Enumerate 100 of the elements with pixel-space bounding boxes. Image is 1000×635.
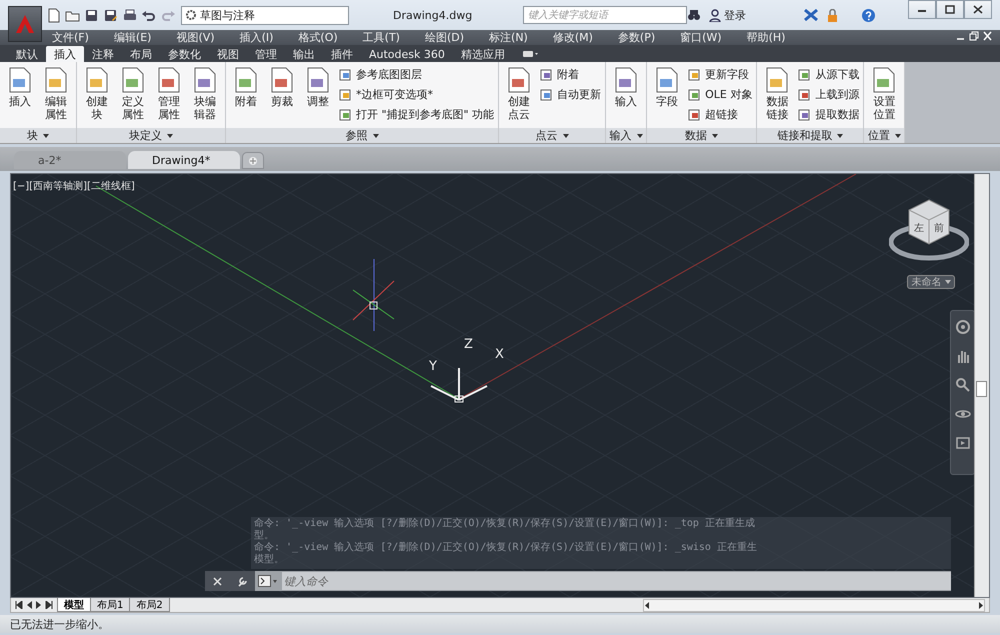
ribbon-button[interactable]: 字段	[651, 65, 684, 108]
ribbon-button[interactable]: 管理属性	[153, 65, 185, 121]
ribbon-button[interactable]: 上载到源	[797, 86, 860, 103]
maximize-button[interactable]	[936, 0, 964, 19]
wrench-icon[interactable]	[236, 576, 248, 586]
login-link[interactable]: 登录	[724, 8, 746, 22]
ribbon-button[interactable]: 定义属性	[117, 65, 149, 121]
menu-item[interactable]: 视图(V)	[176, 30, 215, 45]
menu-item[interactable]: 编辑(E)	[114, 30, 152, 45]
ribbon-button[interactable]: 更新字段	[687, 66, 752, 83]
horizontal-scrollbar[interactable]	[643, 598, 985, 612]
ribbon-tab[interactable]: 默认	[8, 46, 46, 62]
scroll-arrow-icon[interactable]	[15, 601, 23, 609]
panel-title[interactable]: 输入	[606, 128, 646, 143]
ribbon-tab[interactable]: 精选应用	[452, 46, 513, 62]
ribbon-button[interactable]: 提取数据	[797, 106, 860, 123]
ribbon-tab[interactable]: 参数化	[160, 46, 209, 62]
layout-tab[interactable]: 布局2	[129, 598, 170, 612]
close-icon	[971, 4, 985, 15]
help-icon[interactable]	[861, 8, 876, 22]
document-tab[interactable]: Drawing4*	[128, 151, 240, 169]
binoculars-icon[interactable]	[687, 9, 701, 21]
ribbon-button[interactable]: 自动更新	[539, 86, 602, 103]
ribbon-button[interactable]: 输入	[610, 65, 642, 108]
menu-item[interactable]: 插入(I)	[240, 30, 274, 45]
ribbon-button[interactable]: 从源下载	[797, 66, 860, 83]
ribbon-button[interactable]: 调整	[302, 65, 334, 108]
menu-item[interactable]: 格式(O)	[298, 30, 338, 45]
scroll-arrow-icon[interactable]	[45, 601, 53, 609]
ribbon-button[interactable]: OLE 对象	[687, 86, 752, 103]
small-sheet-icon	[797, 68, 812, 82]
ribbon-button[interactable]: 创建点云	[503, 65, 536, 121]
film-icon[interactable]	[954, 435, 970, 451]
axis-label: X	[495, 347, 504, 362]
small-sheet-icon	[797, 108, 812, 122]
prompt-icon[interactable]	[258, 575, 278, 587]
ribbon-button[interactable]: 数据链接	[761, 65, 794, 121]
menu-item[interactable]: 参数(P)	[618, 30, 656, 45]
menu-item[interactable]: 文件(F)	[52, 30, 89, 45]
command-field[interactable]: 键入命令	[282, 572, 951, 590]
view-name-dropdown[interactable]: 未命名	[907, 275, 955, 289]
ribbon-button[interactable]: 块编辑器	[189, 65, 221, 121]
panel-title[interactable]: 数据	[647, 128, 756, 143]
close-icon[interactable]	[212, 576, 222, 586]
wheel-icon[interactable]	[954, 319, 970, 335]
print-icon[interactable]	[122, 8, 137, 22]
layout-tab[interactable]: 模型	[57, 598, 91, 612]
menu-item[interactable]: 帮助(H)	[746, 30, 786, 45]
menu-item[interactable]: 标注(N)	[489, 30, 528, 45]
ribbon-button[interactable]: 创建块	[81, 65, 113, 121]
new-tab-button[interactable]	[242, 152, 264, 169]
menu-item[interactable]: 窗口(W)	[680, 30, 722, 45]
close-button[interactable]	[964, 0, 992, 19]
scroll-thumb[interactable]	[976, 381, 987, 397]
small-sheet-icon	[338, 68, 352, 82]
workspace-dropdown[interactable]: 草图与注释	[181, 6, 349, 24]
layout-tab[interactable]: 布局1	[90, 598, 130, 612]
ribbon-button[interactable]: 参考底图图层	[338, 66, 494, 83]
ribbon-tab[interactable]: 注释	[84, 46, 122, 62]
ribbon-button[interactable]: 剪裁	[266, 65, 298, 108]
panel-title[interactable]: 参照	[226, 128, 498, 143]
document-tab[interactable]: a-2*	[14, 151, 126, 169]
menu-item[interactable]: 绘图(D)	[424, 30, 464, 45]
ribbon-button[interactable]: 附着	[230, 65, 262, 108]
ribbon-tab[interactable]: 输出	[285, 46, 323, 62]
ribbon-tab[interactable]: 插件	[323, 46, 361, 62]
x-logo-icon[interactable]	[804, 9, 818, 21]
ribbon-tab[interactable]: 视图	[209, 46, 247, 62]
viewport-label[interactable]: [−][西南等轴测][二维线框]	[13, 179, 135, 193]
panel-title[interactable]: 链接和提取	[757, 128, 864, 143]
ribbon-tab[interactable]: 插入	[46, 46, 84, 62]
vertical-scrollbar[interactable]	[974, 174, 989, 597]
save-icon[interactable]	[84, 8, 99, 22]
menu-item[interactable]: 工具(T)	[362, 30, 400, 45]
ribbon-tab[interactable]: Autodesk 360	[361, 46, 453, 62]
ribbon-button[interactable]: 插入	[4, 65, 36, 108]
save-as-icon[interactable]	[103, 8, 118, 22]
panel-title[interactable]: 位置	[864, 128, 904, 143]
menu-item[interactable]: 修改(M)	[552, 30, 593, 45]
ribbon-tab[interactable]: 管理	[247, 46, 285, 62]
left-arrow-icon[interactable]	[644, 602, 650, 608]
history-line: 命令: '_-view 输入选项 [?/删除(D)/正交(O)/恢复(R)/保存(S)/设置(E)/窗口(W)]: _swiso 正在重生	[254, 542, 758, 554]
camera-icon[interactable]	[520, 50, 539, 58]
ribbon-button[interactable]: 编辑属性	[40, 65, 72, 121]
restore-icon[interactable]	[969, 31, 979, 41]
ribbon-button[interactable]: 附着	[539, 66, 602, 83]
ribbon-button[interactable]: 超链接	[687, 106, 752, 123]
ribbon-tab[interactable]: 布局	[122, 46, 160, 62]
ribbon-button[interactable]: *边框可变选项*	[338, 86, 494, 103]
ribbon-button[interactable]: 设置位置	[868, 65, 900, 121]
panel-title[interactable]: 块	[0, 128, 76, 143]
lock-icon[interactable]	[826, 8, 839, 22]
new-file-icon[interactable]	[46, 8, 61, 22]
right-arrow-icon[interactable]	[978, 602, 984, 608]
panel-title[interactable]: 块定义	[77, 128, 225, 143]
panel-title[interactable]: 点云	[499, 128, 606, 143]
minimize-button[interactable]	[908, 0, 936, 19]
magnifier-icon[interactable]	[954, 377, 970, 393]
ribbon-button[interactable]: 打开 "捕捉到参考底图" 功能	[338, 106, 494, 123]
small-sheet-icon	[687, 68, 702, 82]
